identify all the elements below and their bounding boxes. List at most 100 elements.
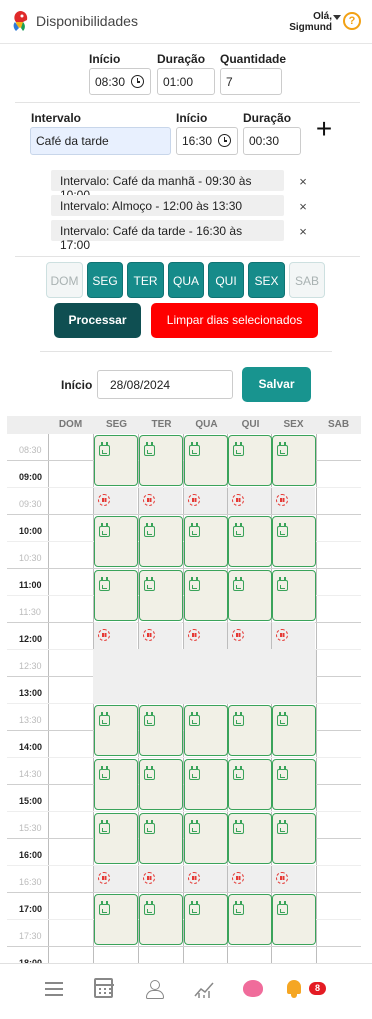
- availability-slot[interactable]: [272, 813, 316, 864]
- unavailable-row: [93, 649, 316, 676]
- availability-slot[interactable]: [184, 516, 228, 567]
- interval-inicio-input[interactable]: 16:30: [176, 127, 238, 155]
- availability-slot[interactable]: [228, 705, 272, 756]
- availability-slot[interactable]: [94, 570, 138, 621]
- user-menu[interactable]: Olá, Sigmund: [289, 11, 332, 33]
- time-label: 15:00: [19, 796, 43, 806]
- calendar-check-icon: [277, 766, 288, 780]
- time-label: 10:30: [19, 553, 42, 563]
- section-divider: [40, 351, 332, 352]
- day-toggle-dom[interactable]: DOM: [46, 262, 83, 298]
- availability-slot[interactable]: [139, 759, 183, 810]
- calendar-check-icon: [277, 442, 288, 456]
- calendar-check-icon: [233, 577, 244, 591]
- availability-slot[interactable]: [94, 759, 138, 810]
- add-interval-button[interactable]: +: [313, 115, 335, 143]
- section-divider: [15, 102, 360, 103]
- start-date-label: Início: [61, 378, 93, 392]
- column-header: DOM: [58, 419, 83, 430]
- profile-icon[interactable]: [143, 978, 165, 1000]
- day-toggle-qua[interactable]: QUA: [168, 262, 204, 298]
- clock-icon[interactable]: [218, 134, 231, 147]
- break-pause-icon: [98, 872, 110, 884]
- availability-slot[interactable]: [272, 516, 316, 567]
- availability-slot[interactable]: [184, 813, 228, 864]
- calendar-check-icon: [189, 442, 200, 456]
- calendar-check-icon: [233, 901, 244, 915]
- availability-slot[interactable]: [272, 570, 316, 621]
- grid-row-line: [7, 946, 361, 947]
- processar-button[interactable]: Processar: [54, 303, 141, 338]
- availability-slot[interactable]: [272, 894, 316, 945]
- interval-duracao-input[interactable]: 00:30: [243, 127, 301, 155]
- grid-column-line: [48, 433, 49, 963]
- break-pause-icon: [276, 872, 288, 884]
- greeting-text: Olá,: [313, 11, 332, 22]
- intervalo-name-input[interactable]: Café da tarde: [30, 127, 171, 155]
- grid-row-line: [7, 811, 361, 812]
- availability-slot[interactable]: [139, 570, 183, 621]
- interval-inicio-label: Início: [176, 111, 208, 125]
- availability-slot[interactable]: [272, 705, 316, 756]
- chart-icon[interactable]: [193, 978, 215, 1000]
- availability-slot[interactable]: [272, 759, 316, 810]
- availability-slot[interactable]: [184, 435, 228, 486]
- availability-slot[interactable]: [94, 813, 138, 864]
- time-label: 17:00: [19, 904, 43, 914]
- availability-slot[interactable]: [139, 813, 183, 864]
- grid-row-line: [7, 757, 361, 758]
- calendar-check-icon: [99, 442, 110, 456]
- salvar-button[interactable]: Salvar: [242, 367, 311, 402]
- help-icon[interactable]: ?: [343, 12, 361, 30]
- availability-slot[interactable]: [228, 894, 272, 945]
- availability-slot[interactable]: [139, 435, 183, 486]
- day-toggle-sex[interactable]: SEX: [248, 262, 285, 298]
- availability-slot[interactable]: [184, 570, 228, 621]
- start-date-input[interactable]: 28/08/2024: [97, 370, 233, 399]
- calendar-icon[interactable]: [94, 978, 114, 998]
- availability-slot[interactable]: [94, 516, 138, 567]
- day-toggle-sab[interactable]: SAB: [289, 262, 325, 298]
- quantidade-input[interactable]: 7: [220, 68, 282, 95]
- calendar-check-icon: [99, 577, 110, 591]
- chevron-down-icon[interactable]: [333, 15, 341, 20]
- remove-interval-button[interactable]: ×: [297, 224, 309, 239]
- schedule-grid: 08:30 09:00 09:30 10:00 10:30 11:00 11:30 12:00…: [7, 433, 361, 963]
- calendar-check-icon: [233, 820, 244, 834]
- availability-slot[interactable]: [184, 894, 228, 945]
- bell-icon[interactable]: [285, 978, 303, 998]
- page-title: Disponibilidades: [36, 13, 138, 29]
- day-toggle-seg[interactable]: SEG: [87, 262, 123, 298]
- duracao-label: Duração: [157, 52, 206, 66]
- availability-slot[interactable]: [184, 705, 228, 756]
- inicio-label: Início: [89, 52, 121, 66]
- clock-icon[interactable]: [131, 75, 144, 88]
- availability-slot[interactable]: [94, 705, 138, 756]
- availability-slot[interactable]: [228, 516, 272, 567]
- remove-interval-button[interactable]: ×: [297, 174, 309, 189]
- availability-slot[interactable]: [228, 570, 272, 621]
- calendar-check-icon: [189, 577, 200, 591]
- calendar-check-icon: [99, 901, 110, 915]
- duracao-input[interactable]: 01:00: [157, 68, 215, 95]
- calendar-check-icon: [233, 766, 244, 780]
- day-toggle-qui[interactable]: QUI: [208, 262, 244, 298]
- availability-slot[interactable]: [139, 516, 183, 567]
- menu-icon[interactable]: [43, 978, 65, 1000]
- remove-interval-button[interactable]: ×: [297, 199, 309, 214]
- day-toggle-ter[interactable]: TER: [127, 262, 164, 298]
- availability-slot[interactable]: [228, 435, 272, 486]
- availability-slot[interactable]: [228, 813, 272, 864]
- availability-slot[interactable]: [184, 759, 228, 810]
- inicio-time-input[interactable]: 08:30: [89, 68, 151, 95]
- time-label: 15:30: [19, 823, 42, 833]
- availability-slot[interactable]: [94, 435, 138, 486]
- availability-slot[interactable]: [228, 759, 272, 810]
- availability-slot[interactable]: [139, 894, 183, 945]
- limpar-dias-button[interactable]: Limpar dias selecionados: [151, 303, 318, 338]
- brain-icon[interactable]: [243, 980, 263, 997]
- availability-slot[interactable]: [139, 705, 183, 756]
- break-pause-icon: [232, 872, 244, 884]
- availability-slot[interactable]: [94, 894, 138, 945]
- availability-slot[interactable]: [272, 435, 316, 486]
